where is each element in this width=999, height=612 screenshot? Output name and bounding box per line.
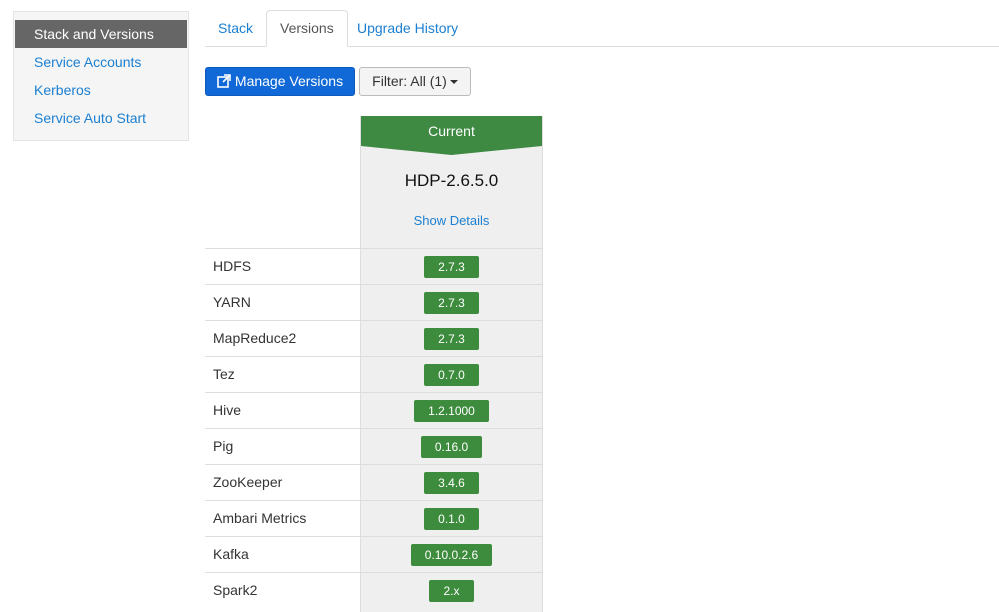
table-row: Pig 0.16.0 [205,428,543,464]
service-name: ZooKeeper [213,474,283,490]
version-badge: 2.7.3 [424,256,479,278]
version-cell: 2.7.3 [360,249,543,284]
show-details-link[interactable]: Show Details [361,213,542,228]
version-cell: 0.1.0 [360,501,543,536]
version-badge: 0.10.0.2.6 [410,544,493,566]
version-badge: 0.1.0 [424,508,479,530]
table-row: Spark2 2.x [205,572,543,608]
sidebar-item-stack-and-versions[interactable]: Stack and Versions [15,20,187,48]
tab-versions[interactable]: Versions [266,10,348,47]
service-name: Ambari Metrics [213,510,307,526]
sidebar-nav: Stack and Versions Service Accounts Kerb… [13,11,189,141]
table-row: HDFS 2.7.3 [205,248,543,284]
current-banner: Current [361,116,542,155]
service-name: MapReduce2 [213,330,297,346]
version-cell: 0.10.0.2.6 [360,537,543,572]
version-name: HDP-2.6.5.0 [404,171,499,190]
external-link-icon [217,70,231,97]
table-row: Ambari Metrics 0.1.0 [205,500,543,536]
version-cell: 0.16.0 [360,429,543,464]
table-row: Kafka 0.10.0.2.6 [205,536,543,572]
table-row: Hive 1.2.1000 [205,392,543,428]
tab-bar: Stack Versions Upgrade History [205,10,999,47]
version-cell: 2.7.3 [360,285,543,320]
service-name: Kafka [213,546,249,562]
version-cell: 2.x [360,573,543,608]
version-badge: 0.7.0 [424,364,479,386]
sidebar-item-service-auto-start[interactable]: Service Auto Start [15,104,187,132]
table-row: Tez 0.7.0 [205,356,543,392]
version-cell: 0.7.0 [360,357,543,392]
manage-versions-label: Manage Versions [234,73,344,89]
version-badge: 2.x [429,580,474,602]
version-cell: 3.4.6 [360,465,543,500]
filter-label: Filter: All (1) [372,73,447,89]
service-name: HDFS [213,258,252,274]
service-name: Tez [213,366,235,382]
table-row: MapReduce2 2.7.3 [205,320,543,356]
version-badge: 2.7.3 [424,292,479,314]
version-badge: 2.7.3 [424,328,479,350]
version-badge: 0.16.0 [420,436,483,458]
version-badge: 3.4.6 [424,472,479,494]
version-cell: 1.2.1000 [360,393,543,428]
sidebar-item-kerberos[interactable]: Kerberos [15,76,187,104]
table-row: YARN 2.7.3 [205,284,543,320]
service-name: Spark2 [213,582,258,598]
version-cell: 2.7.3 [360,321,543,356]
sidebar-item-service-accounts[interactable]: Service Accounts [15,48,187,76]
caret-down-icon [449,80,458,84]
tab-upgrade-history[interactable]: Upgrade History [344,10,471,46]
manage-versions-button[interactable]: Manage Versions [205,67,355,96]
service-name: Hive [213,402,242,418]
tab-stack[interactable]: Stack [205,10,266,46]
version-badge: 1.2.1000 [414,400,489,422]
service-name: Pig [213,438,234,454]
services-table: HDFS 2.7.3 YARN 2.7.3 MapReduce2 2.7.3 Tez 0… [205,248,543,608]
service-name: YARN [213,294,251,310]
table-row: ZooKeeper 3.4.6 [205,464,543,500]
current-label: Current [428,123,475,139]
filter-dropdown[interactable]: Filter: All (1) [359,67,471,96]
